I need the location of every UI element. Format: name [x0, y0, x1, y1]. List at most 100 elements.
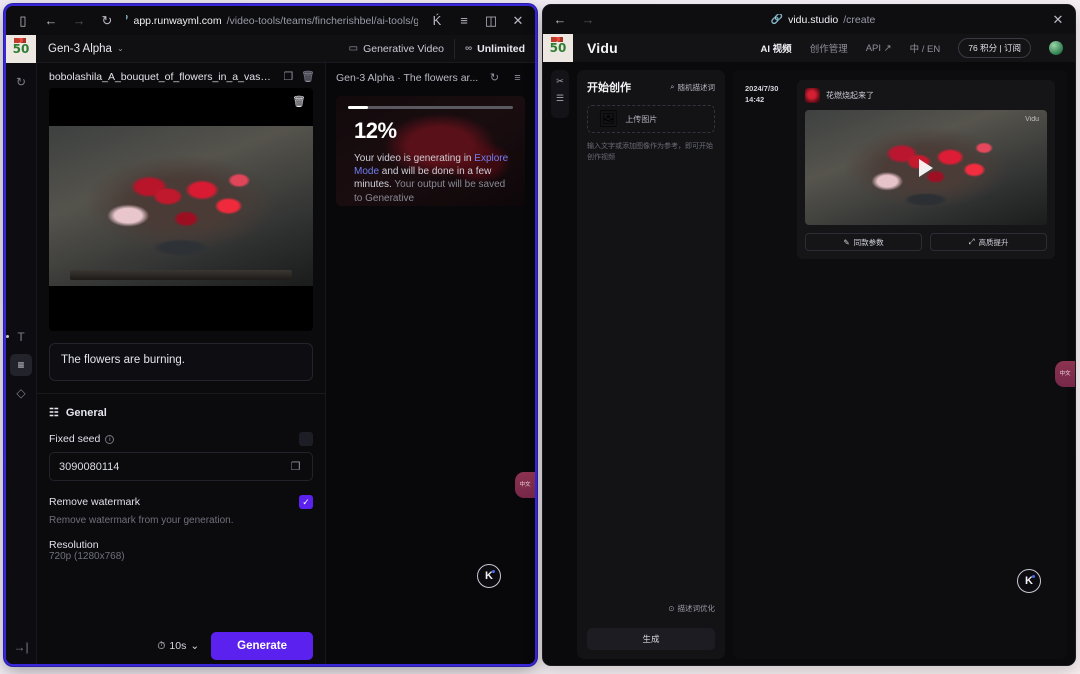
url-host: app.runwayml.com [133, 14, 222, 27]
history-icon[interactable]: ↻ [10, 71, 32, 93]
asset-filename: bobolashila_A_bouquet_of_flowers_in_a_va… [49, 70, 276, 83]
generation-progress-card: 12% Your video is generating in Explore … [336, 96, 525, 206]
info-icon[interactable]: i [105, 434, 115, 444]
prompt-optimize-button[interactable]: ⊙ 描述词优化 [587, 603, 715, 622]
link-icon: 🔗 [770, 14, 784, 25]
settings-sliders-icon[interactable]: ≡ [10, 353, 32, 376]
crop-icon[interactable]: ❐ [282, 70, 295, 83]
asset-header: bobolashila_A_bouquet_of_flowers_in_a_va… [37, 63, 325, 88]
address-bar[interactable]: 🔗 vidu.studio/create [607, 14, 1039, 26]
logo-text: 50 [549, 37, 567, 55]
avatar[interactable] [1049, 41, 1063, 55]
timer-icon: ⏱ [157, 639, 166, 652]
card-action-buttons: ✎ 同款参数 ⤢ 高质提升 [805, 233, 1047, 251]
seed-field[interactable]: 3090080114 ❐ [49, 452, 313, 481]
vidu-side-rail: ✂ ☰ [551, 70, 569, 118]
right-feedback-tab[interactable]: 中文 [1055, 361, 1075, 387]
text-tool-icon[interactable]: T [6, 326, 32, 348]
progress-bar-fill [348, 106, 368, 109]
forward-button[interactable]: → [579, 11, 597, 29]
url-path: /create [843, 13, 876, 26]
copy-icon[interactable]: ❐ [288, 460, 303, 473]
refresh-icon[interactable]: ↻ [487, 71, 502, 84]
top-nav: AI 视频 创作管理 API ↗ 中 / EN 76 积分 | 订阅 [761, 38, 1075, 58]
expand-panel-icon[interactable]: →| [10, 636, 32, 658]
duration-selector[interactable]: ⏱ 10s ⌄ [157, 640, 199, 653]
nav-api[interactable]: API ↗ [866, 43, 892, 54]
feed-card: 花燃烧起来了 Vidu ☆ ὄd ○ ≺ ⋯ [797, 80, 1055, 259]
back-button[interactable]: ← [551, 11, 569, 29]
url-path: /video-tools/teams/fincherishbel/ai-tool… [226, 14, 418, 27]
create-hint-text: 输入文字或添加图像作为参考，即可开始创作视频 [587, 143, 713, 161]
upload-label: 上传图片 [625, 114, 658, 124]
address-bar[interactable]: 🔗 app.runwayml.com/video-tools/teams/fin… [126, 15, 418, 27]
asset-preview[interactable]: 🗑 [49, 88, 313, 331]
remove-watermark-block: Remove watermark ✓ Remove watermark from… [49, 495, 313, 526]
expand-icon: ⤢ [968, 237, 975, 246]
image-delete-icon[interactable]: 🗑 [292, 95, 306, 108]
create-panel: 开始创作 ⌕ 随机描述词 🖼 上传图片 输入文字或添加图像作为参考，即可开始创作… [577, 70, 725, 659]
preview-header: Gen-3 Alpha · The flowers ar... ↻ ≡ [326, 63, 535, 90]
upscale-button[interactable]: ⤢ 高质提升 [930, 233, 1047, 251]
create-panel-title: 开始创作 [587, 82, 631, 94]
right-assistant-badge[interactable]: K [1017, 569, 1041, 593]
nav-ai-video[interactable]: AI 视频 [761, 41, 792, 55]
share-icon[interactable]: ✂ [556, 76, 564, 87]
reader-mode-icon[interactable]: ≡ [455, 12, 473, 30]
fixed-seed-label: Fixed seed i [49, 433, 115, 445]
image-upload-icon: 🖼 [598, 111, 619, 128]
resolution-block: Resolution 720p (1280x768) [49, 539, 313, 562]
vidu-generate-button[interactable]: 生成 [587, 628, 715, 650]
upload-image-dropzone[interactable]: 🖼 上传图片 [587, 105, 715, 133]
list-icon[interactable]: ☰ [556, 93, 564, 104]
split-view-icon[interactable]: ◫ [482, 12, 500, 30]
model-selector[interactable]: Gen-3 Alpha ⌄ [48, 43, 124, 55]
link-icon: 🔗 [126, 15, 128, 26]
generative-video-button[interactable]: ▭ Generative Video [339, 39, 454, 59]
random-prompt-button[interactable]: ⌕ 随机描述词 [670, 82, 715, 93]
optimize-label: 描述词优化 [677, 604, 716, 613]
optimize-icon: ⊙ [668, 604, 675, 613]
generate-button[interactable]: Generate [211, 632, 313, 660]
runway-body: ↻ T ≡ ◇ →| bobolashila_A_bouquet_of_flow… [6, 63, 535, 664]
chevron-down-icon: ⌄ [190, 640, 200, 652]
menu-icon[interactable]: ≡ [510, 72, 525, 84]
play-icon[interactable] [919, 158, 933, 177]
folder-icon: ▭ [348, 43, 359, 54]
left-feedback-tab[interactable]: 中文 [515, 472, 535, 498]
unlimited-plan-badge[interactable]: ∞ Unlimited [454, 38, 535, 59]
credits-badge[interactable]: 76 积分 | 订阅 [958, 38, 1031, 58]
back-button[interactable]: ← [42, 12, 60, 30]
reload-button[interactable]: ↻ [98, 12, 116, 30]
remove-watermark-toggle[interactable]: ✓ [299, 495, 313, 509]
delete-icon[interactable]: 🗑 [301, 70, 315, 83]
brand-title: Vidu [587, 40, 618, 56]
same-params-label: 同款参数 [853, 237, 884, 247]
app-logo: 50 [6, 34, 36, 63]
search-icon: ⌕ [670, 82, 675, 91]
preview-column: Gen-3 Alpha · The flowers ar... ↻ ≡ 12% … [326, 63, 535, 664]
fixed-seed-toggle[interactable] [299, 432, 313, 446]
forward-button[interactable]: → [70, 12, 88, 30]
vidu-app-header: 50 Vidu AI 视频 创作管理 API ↗ 中 / EN 76 积分 | … [543, 34, 1075, 62]
nav-language-switch[interactable]: 中 / EN [910, 41, 941, 55]
random-prompt-label: 随机描述词 [677, 82, 716, 92]
app-logo: 50 [543, 34, 573, 62]
nav-creation-manage[interactable]: 创作管理 [810, 41, 848, 55]
video-player[interactable]: Vidu ☆ ὄd ○ ≺ ⋯ [805, 110, 1047, 225]
tool-rail: ↻ T ≡ ◇ →| [6, 63, 37, 664]
same-params-button[interactable]: ✎ 同款参数 [805, 233, 922, 251]
resolution-value: 720p (1280x768) [49, 551, 125, 562]
card-thumbnail [805, 88, 820, 103]
left-assistant-badge[interactable]: K [477, 564, 501, 588]
close-window-button[interactable]: ✕ [1049, 11, 1067, 29]
remove-watermark-label: Remove watermark [49, 496, 141, 508]
remove-watermark-sub: Remove watermark from your generation. [49, 515, 234, 526]
prompt-input[interactable]: The flowers are burning. [49, 343, 313, 381]
sidebar-toggle-icon[interactable]: ▯ [14, 12, 32, 30]
close-window-button[interactable]: ✕ [509, 12, 527, 30]
upscale-label: 高质提升 [978, 237, 1009, 247]
layers-icon[interactable]: ◇ [10, 382, 32, 404]
seed-value: 3090080114 [59, 460, 120, 473]
kagi-icon[interactable]: Ḱ [428, 12, 446, 30]
